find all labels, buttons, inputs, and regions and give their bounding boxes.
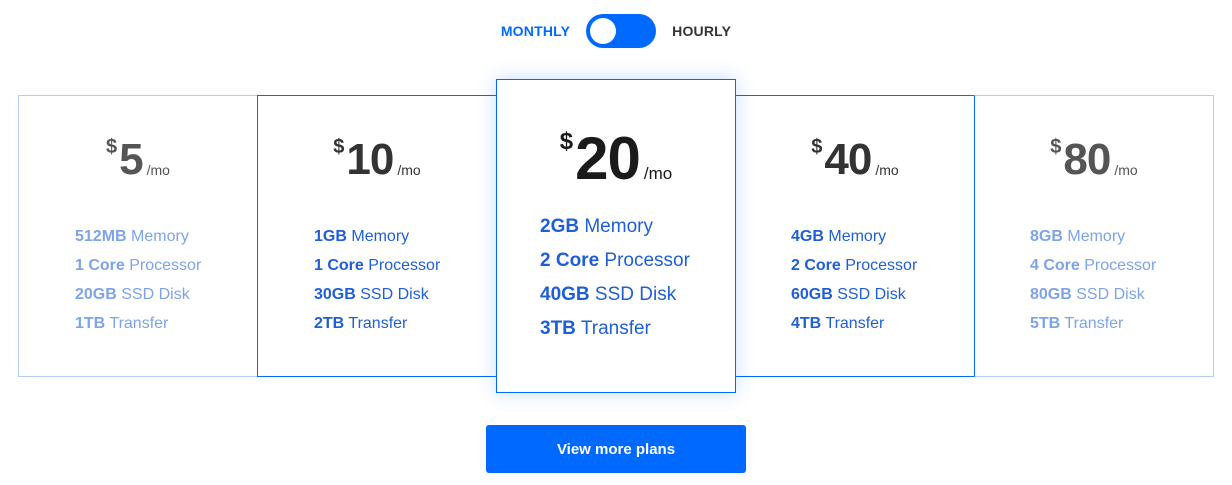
price-amount: 20 (575, 125, 641, 192)
price-period: /mo (875, 162, 899, 178)
spec-processor: 1 Core Processor (75, 257, 202, 274)
currency-symbol: $ (1050, 136, 1062, 158)
spec-transfer: 5TB Transfer (1030, 315, 1124, 332)
view-more-plans-button[interactable]: View more plans (486, 425, 746, 473)
price-amount: 10 (346, 135, 394, 184)
spec-disk: 60GB SSD Disk (791, 286, 906, 303)
spec-disk: 80GB SSD Disk (1030, 286, 1145, 303)
plan-price: $ 20 /mo (497, 128, 735, 190)
spec-processor: 1 Core Processor (314, 257, 441, 274)
plan-specs: 2GB Memory 2 Core Processor 40GB SSD Dis… (540, 210, 690, 346)
currency-symbol: $ (811, 136, 823, 158)
plan-specs: 4GB Memory 2 Core Processor 60GB SSD Dis… (791, 222, 917, 338)
spec-memory: 8GB Memory (1030, 228, 1126, 245)
plan-specs: 8GB Memory 4 Core Processor 80GB SSD Dis… (1030, 222, 1156, 338)
currency-symbol: $ (559, 128, 574, 155)
price-period: /mo (397, 162, 421, 178)
price-amount: 5 (119, 135, 144, 184)
plan-card-40[interactable]: $ 40 /mo 4GB Memory 2 Core Processor 60G… (735, 95, 975, 377)
spec-memory: 512MB Memory (75, 228, 189, 245)
spec-memory: 2GB Memory (540, 216, 653, 237)
spec-processor: 2 Core Processor (540, 250, 690, 271)
spec-disk: 40GB SSD Disk (540, 284, 677, 305)
plan-specs: 1GB Memory 1 Core Processor 30GB SSD Dis… (314, 222, 440, 338)
spec-disk: 20GB SSD Disk (75, 286, 190, 303)
spec-memory: 1GB Memory (314, 228, 410, 245)
spec-memory: 4GB Memory (791, 228, 887, 245)
spec-transfer: 3TB Transfer (540, 318, 651, 339)
spec-transfer: 1TB Transfer (75, 315, 169, 332)
plan-card-80[interactable]: $ 80 /mo 8GB Memory 4 Core Processor 80G… (974, 95, 1214, 377)
price-amount: 40 (824, 135, 872, 184)
spec-transfer: 4TB Transfer (791, 315, 885, 332)
currency-symbol: $ (106, 136, 118, 158)
plan-specs: 512MB Memory 1 Core Processor 20GB SSD D… (75, 222, 201, 338)
plan-price: $ 5 /mo (19, 136, 257, 184)
spec-disk: 30GB SSD Disk (314, 286, 429, 303)
price-period: /mo (643, 164, 673, 183)
plan-price: $ 10 /mo (258, 136, 496, 184)
plan-card-5[interactable]: $ 5 /mo 512MB Memory 1 Core Processor 20… (18, 95, 258, 377)
spec-processor: 2 Core Processor (791, 257, 918, 274)
price-amount: 80 (1063, 135, 1111, 184)
plan-card-20[interactable]: $ 20 /mo 2GB Memory 2 Core Processor 40G… (496, 79, 736, 393)
price-period: /mo (1114, 162, 1138, 178)
plan-card-10[interactable]: $ 10 /mo 1GB Memory 1 Core Processor 30G… (257, 95, 497, 377)
pricing-plans: $ 5 /mo 512MB Memory 1 Core Processor 20… (0, 0, 1232, 485)
plan-price: $ 40 /mo (736, 136, 974, 184)
currency-symbol: $ (333, 136, 345, 158)
price-period: /mo (146, 162, 170, 178)
spec-processor: 4 Core Processor (1030, 257, 1157, 274)
spec-transfer: 2TB Transfer (314, 315, 408, 332)
plan-price: $ 80 /mo (975, 136, 1213, 184)
